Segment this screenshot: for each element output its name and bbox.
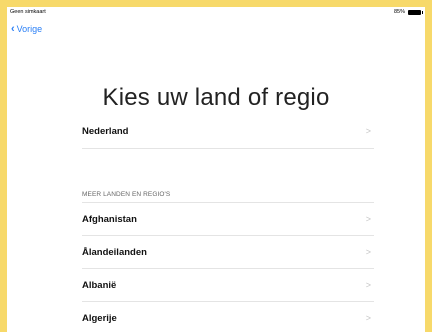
chevron-right-icon: > — [365, 313, 371, 323]
chevron-right-icon: > — [365, 126, 371, 136]
section-header: MEER LANDEN EN REGIO'S — [82, 191, 171, 198]
list-item-nederland[interactable]: Nederland > — [82, 115, 374, 147]
list-item-label: Albanië — [82, 279, 117, 291]
chevron-right-icon: > — [365, 214, 371, 224]
list-item-label: Nederland — [82, 125, 129, 137]
page-title: Kies uw land of regio — [102, 84, 330, 111]
screen: Geen simkaart 85% ‹ Vorige Kies uw land … — [7, 7, 425, 332]
battery-icon — [408, 10, 423, 15]
chevron-right-icon: > — [365, 280, 371, 290]
chevron-left-icon: ‹ — [11, 22, 15, 35]
battery-percentage: 85% — [393, 9, 405, 15]
carrier-label: Geen simkaart — [10, 9, 46, 15]
back-button-label: Vorige — [16, 24, 43, 34]
list-item-label: Ålandeilanden — [82, 246, 147, 258]
list-item-label: Algerije — [82, 312, 117, 324]
list-item-label: Afghanistan — [82, 213, 137, 225]
list-item[interactable]: Albanië > — [82, 269, 374, 301]
list-item[interactable]: Ålandeilanden > — [82, 236, 374, 268]
divider — [82, 148, 374, 149]
status-bar: Geen simkaart 85% — [7, 7, 425, 21]
list-item[interactable]: Algerije > — [82, 302, 374, 332]
list-item[interactable]: Afghanistan > — [82, 203, 374, 235]
chevron-right-icon: > — [365, 247, 371, 257]
back-button[interactable]: ‹ Vorige — [11, 21, 42, 37]
